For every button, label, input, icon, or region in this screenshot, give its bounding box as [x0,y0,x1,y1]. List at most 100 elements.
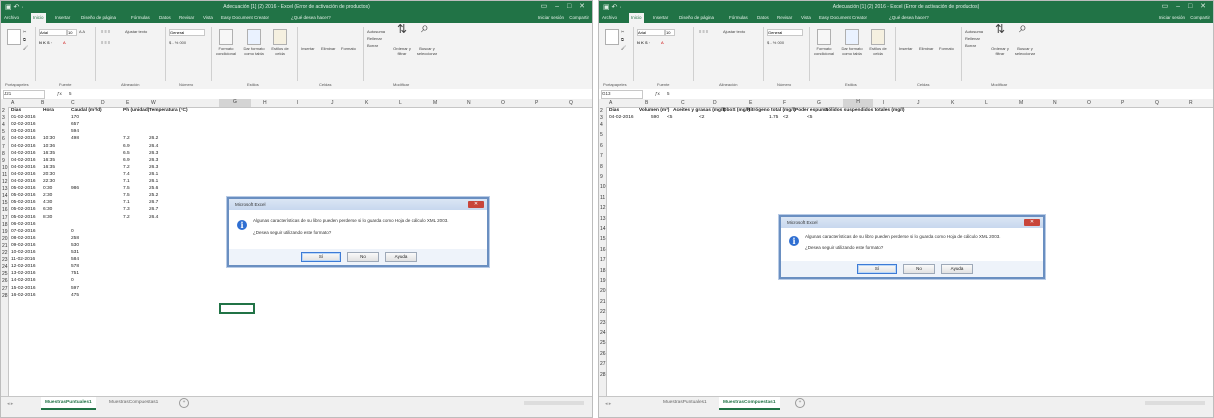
tab-datos[interactable]: Datos [159,15,171,20]
col-header-k[interactable]: K [951,100,954,106]
add-sheet-button[interactable]: + [795,398,805,408]
cell-date[interactable]: 10-02-2016 [11,250,36,255]
insert-cells-button[interactable]: Insertar [899,46,913,51]
name-box[interactable]: J21 [3,90,45,99]
cell-hora[interactable]: 8:30 [43,215,52,220]
cell-date[interactable]: 05-02-2016 [11,200,36,205]
cell-solidos[interactable]: <5 [807,115,812,120]
col-header-l[interactable]: L [399,100,402,106]
cell-caudal[interactable]: 531 [71,250,79,255]
col-header-g[interactable]: G [219,99,251,107]
fx-icon[interactable]: ƒx [57,91,62,96]
cell-temp[interactable]: 26.2 [149,136,158,141]
row-number[interactable]: 18 [2,222,8,228]
cell-temp[interactable]: 26.3 [149,151,158,156]
row-number[interactable]: 11 [600,195,605,201]
row-number[interactable]: 16 [600,247,606,253]
cell-temp[interactable]: 26.4 [149,215,158,220]
sheet-tab-muestras-puntuales[interactable]: MuestrasPuntuales1 [41,397,96,410]
col-header-p[interactable]: P [1121,100,1124,106]
row-number[interactable]: 17 [600,257,606,263]
row-number[interactable]: 25 [2,271,8,277]
row-number[interactable]: 24 [2,264,8,270]
cell-temp[interactable]: 26.1 [149,179,158,184]
formula-content[interactable]: 5 [667,91,670,96]
name-box[interactable]: G13 [601,90,643,99]
cell-date[interactable]: 05-02-2016 [11,207,36,212]
cell-hora[interactable]: 6:30 [43,207,52,212]
row-number[interactable]: 24 [600,330,606,336]
cell-hora[interactable]: 2:30 [43,193,52,198]
cell-date[interactable]: 09-02-2016 [11,243,36,248]
cell-temp[interactable]: 26.7 [149,200,158,205]
yes-button[interactable]: Sí [301,252,341,262]
cell-caudal[interactable]: 657 [71,122,79,127]
cell-ph[interactable]: 7.1 [123,179,130,184]
currency-percent-icons[interactable]: $ - % 000 [767,40,784,45]
cell-date[interactable]: 01-02-2016 [11,115,36,120]
cell-date[interactable]: 04-02-2016 [11,172,36,177]
format-cells-button[interactable]: Formato [341,46,356,51]
cell-caudal[interactable]: 498 [71,136,79,141]
yes-button[interactable]: Sí [857,264,897,274]
cell-date[interactable]: 03-02-2016 [11,129,36,134]
sort-filter-icon[interactable]: ⇅ [995,23,1005,35]
tab-archivo[interactable]: Archivo [602,15,617,20]
cell-dbo5[interactable]: <2 [699,115,704,120]
number-format-select[interactable]: General [767,29,803,36]
copy-icon[interactable]: ⧉ [23,37,26,42]
col-header-o[interactable]: O [501,100,505,106]
find-select-button[interactable]: Buscar y seleccionar [415,46,439,56]
cell-ph[interactable]: 7.2 [123,165,130,170]
row-number[interactable]: 7 [2,144,5,150]
row-number[interactable]: 22 [600,309,606,315]
col-header-e[interactable]: E [126,100,129,106]
sign-in-link[interactable]: Iniciar sesión [538,15,564,20]
cell-styles-button[interactable]: Estilos de celda [865,46,891,56]
cell-date[interactable]: 05-02-2016 [11,215,36,220]
header-ph[interactable]: Ph (unidad) [123,108,149,113]
font-name-select[interactable]: Arial [637,29,665,36]
wrap-text-button[interactable]: Ajustar texto [125,29,147,34]
cell-caudal[interactable]: 578 [71,264,79,269]
col-header-b[interactable]: B [41,100,44,106]
cell-temp[interactable]: 26.1 [149,172,158,177]
format-as-table-icon[interactable] [247,29,261,45]
cell-date[interactable]: 04-02-2016 [11,158,36,163]
cell-date[interactable]: 12-02-2016 [11,264,36,269]
no-button[interactable]: No [903,264,935,274]
col-header-i[interactable]: I [883,100,884,106]
row-number[interactable]: 20 [2,236,8,242]
cell-date[interactable]: 15-02-2016 [11,286,36,291]
share-button[interactable]: Compartir [569,15,589,20]
cell-styles-icon[interactable] [871,29,885,45]
cell-date[interactable]: 13-02-2016 [11,271,36,276]
sheet-tab-muestras-puntuales[interactable]: MuestrasPuntuales1 [659,397,711,408]
cell-date[interactable]: 04-02-2016 [11,165,36,170]
cell-hora[interactable]: 0:30 [43,186,52,191]
col-header-i[interactable]: I [297,100,298,106]
row-number[interactable]: 15 [2,200,8,206]
row-number[interactable]: 28 [600,372,606,378]
selected-cell[interactable] [219,303,255,314]
row-number[interactable]: 12 [2,179,8,185]
cell-aceites[interactable]: <5 [667,115,672,120]
sheet-nav-arrows[interactable]: ◂ ▸ [605,402,611,407]
clear-button[interactable]: Borrar [965,43,976,48]
cell-poder-espuma[interactable]: <2 [783,115,788,120]
row-number[interactable]: 26 [600,351,606,357]
cell-temp[interactable]: 26.3 [149,158,158,163]
copy-icon[interactable]: ⧉ [621,37,624,42]
tab-inicio[interactable]: Inicio [31,13,46,23]
cell-ph[interactable]: 7.5 [123,193,130,198]
format-cells-button[interactable]: Formato [939,46,954,51]
row-number[interactable]: 21 [2,243,8,249]
cell-caudal[interactable]: 258 [71,236,79,241]
cell-temp[interactable]: 25.6 [149,186,158,191]
sheet-nav-arrows[interactable]: ◂ ▸ [7,402,13,407]
row-number[interactable]: 19 [600,278,606,284]
format-as-table-button[interactable]: Dar formato como tabla [241,46,267,56]
find-select-icon[interactable]: ⌕ [421,20,429,34]
row-number[interactable]: 9 [2,158,5,164]
cell-nitrogeno[interactable]: 1.75 [769,115,778,120]
